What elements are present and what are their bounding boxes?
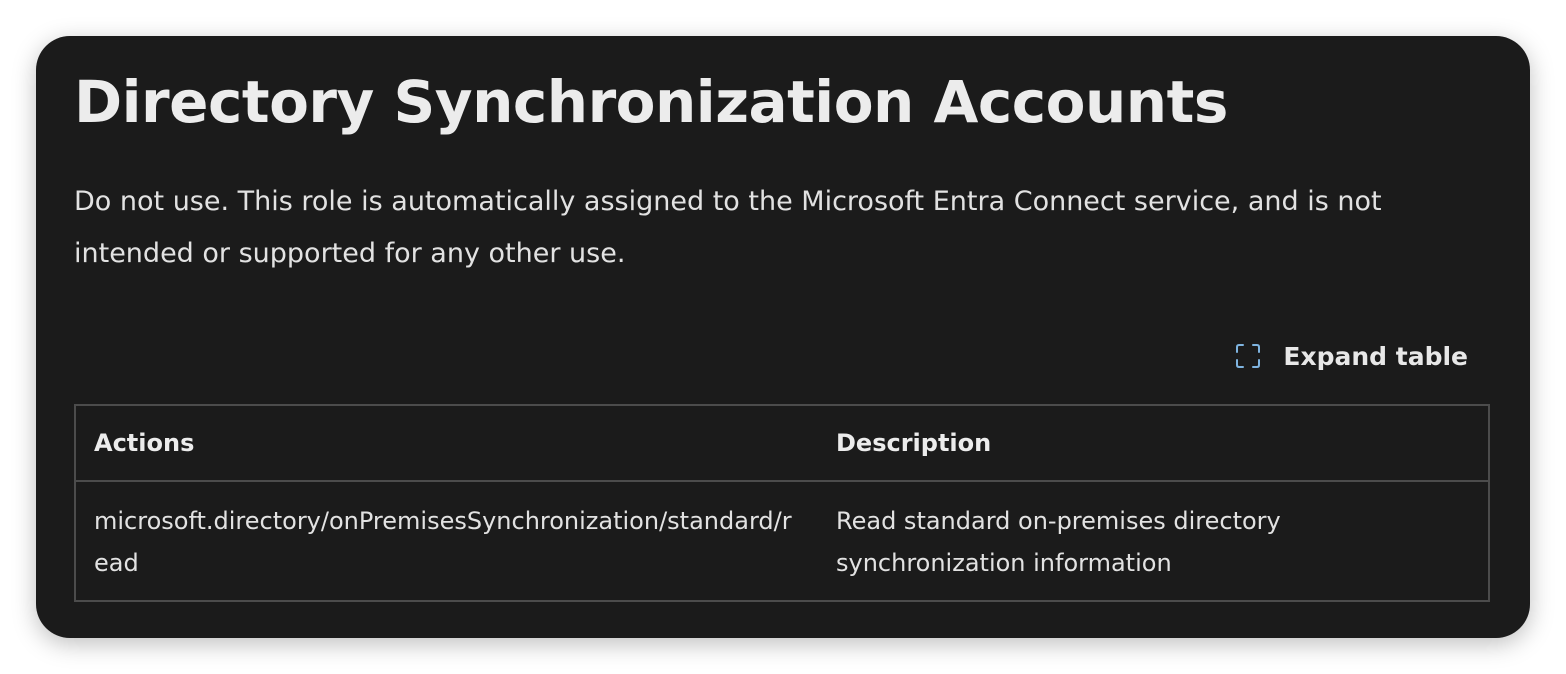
- table-header-row: Actions Description: [75, 405, 1489, 482]
- role-card: Directory Synchronization Accounts Do no…: [36, 36, 1530, 638]
- expand-table-label: Expand table: [1283, 341, 1468, 371]
- description-cell: Read standard on-premises directory sync…: [818, 481, 1489, 602]
- role-description: Do not use. This role is automatically a…: [74, 186, 1382, 269]
- permissions-table: Actions Description microsoft.directory/…: [74, 404, 1490, 602]
- expand-table-button[interactable]: Expand table: [1235, 336, 1468, 376]
- column-header-description: Description: [818, 405, 1489, 482]
- action-cell: microsoft.directory/onPremisesSynchroniz…: [75, 481, 818, 602]
- table-row: microsoft.directory/onPremisesSynchroniz…: [75, 481, 1489, 602]
- column-header-actions: Actions: [75, 405, 818, 482]
- page-title: Directory Synchronization Accounts: [74, 68, 1228, 136]
- expand-icon: [1235, 343, 1261, 369]
